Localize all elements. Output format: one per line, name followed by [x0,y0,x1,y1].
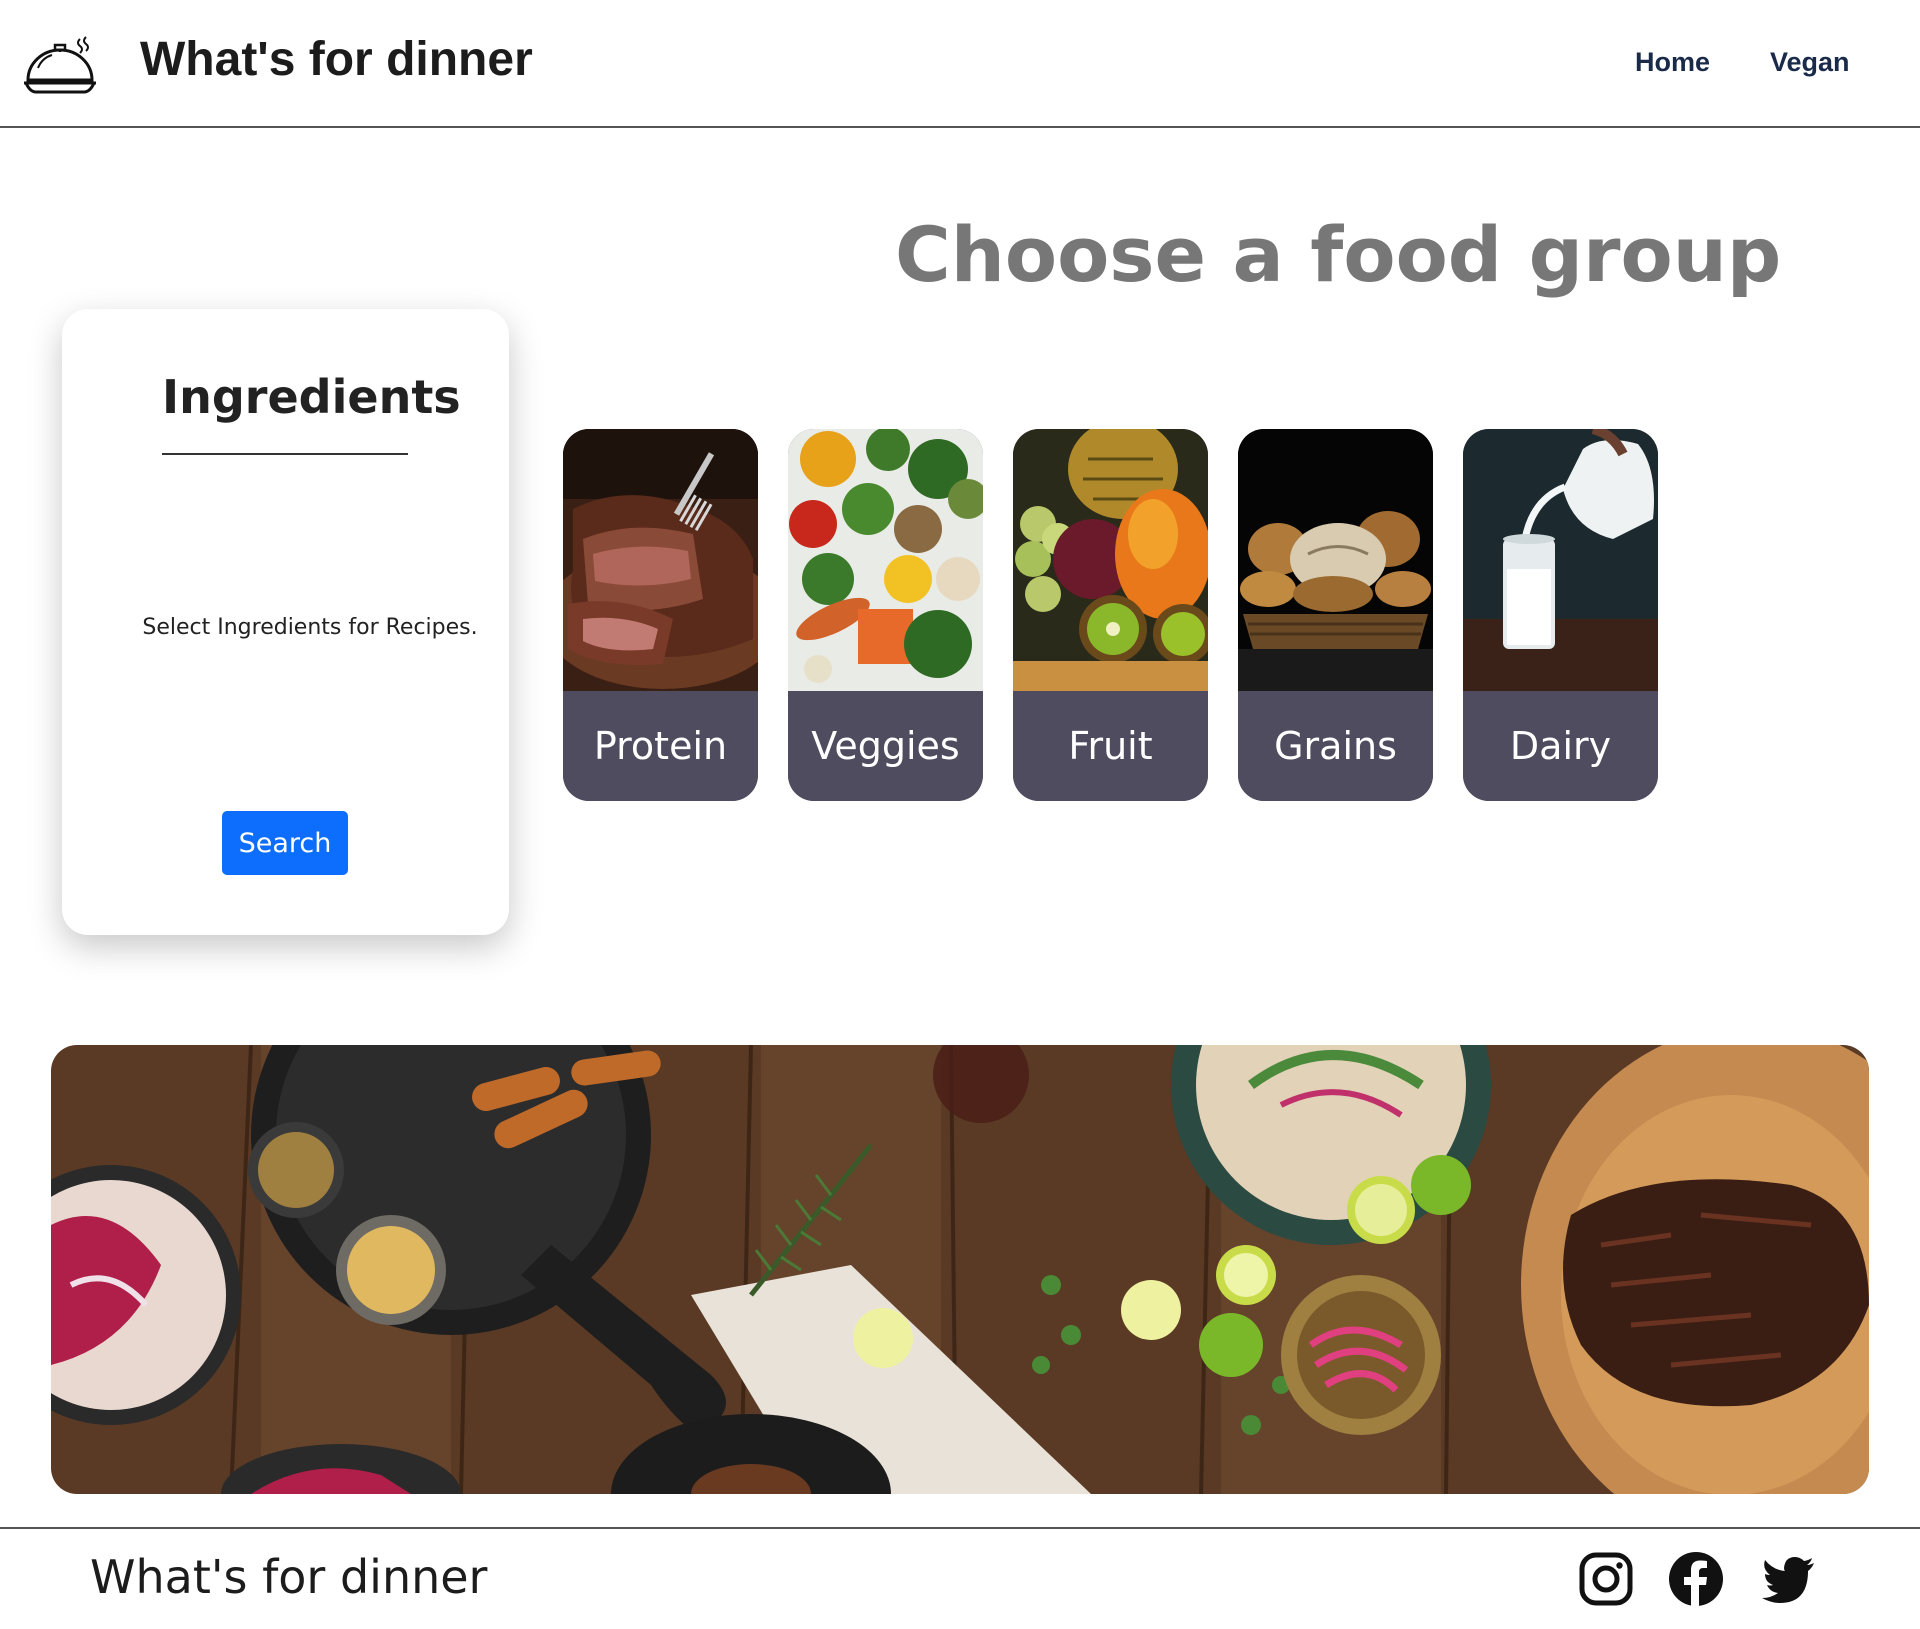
protein-image [563,429,758,691]
grains-image [1238,429,1433,691]
fruit-image [1013,429,1208,691]
food-group-label: Fruit [1013,691,1208,801]
food-group-dairy[interactable]: Dairy [1463,429,1658,801]
veggies-image [788,429,983,691]
search-button[interactable]: Search [222,811,348,875]
instagram-icon[interactable] [1578,1551,1634,1607]
food-group-label: Grains [1238,691,1433,801]
food-group-grains[interactable]: Grains [1238,429,1433,801]
ingredients-heading: Ingredients [162,370,461,424]
food-group-protein[interactable]: Protein [563,429,758,801]
heading-divider [162,453,408,455]
ingredients-hint: Select Ingredients for Recipes. [142,615,478,640]
page-title: Choose a food group [895,210,1782,299]
site-footer: What's for dinner [0,1527,1920,1629]
food-group-veggies[interactable]: Veggies [788,429,983,801]
dairy-image [1463,429,1658,691]
food-group-fruit[interactable]: Fruit [1013,429,1208,801]
cloche-icon[interactable] [22,36,98,94]
food-group-label: Protein [563,691,758,801]
site-header: What's for dinner Home Vegan [0,0,1920,128]
facebook-icon[interactable] [1668,1551,1724,1607]
hero-banner [51,1045,1869,1494]
ingredients-panel: Ingredients Select Ingredients for Recip… [62,309,509,935]
nav-home-link[interactable]: Home [1635,44,1710,80]
banner-food-image [51,1045,1869,1494]
footer-brand: What's for dinner [90,1550,488,1604]
twitter-icon[interactable] [1760,1551,1816,1607]
nav-vegan-link[interactable]: Vegan [1770,44,1850,80]
food-group-label: Veggies [788,691,983,801]
brand-title[interactable]: What's for dinner [140,30,533,90]
food-group-label: Dairy [1463,691,1658,801]
